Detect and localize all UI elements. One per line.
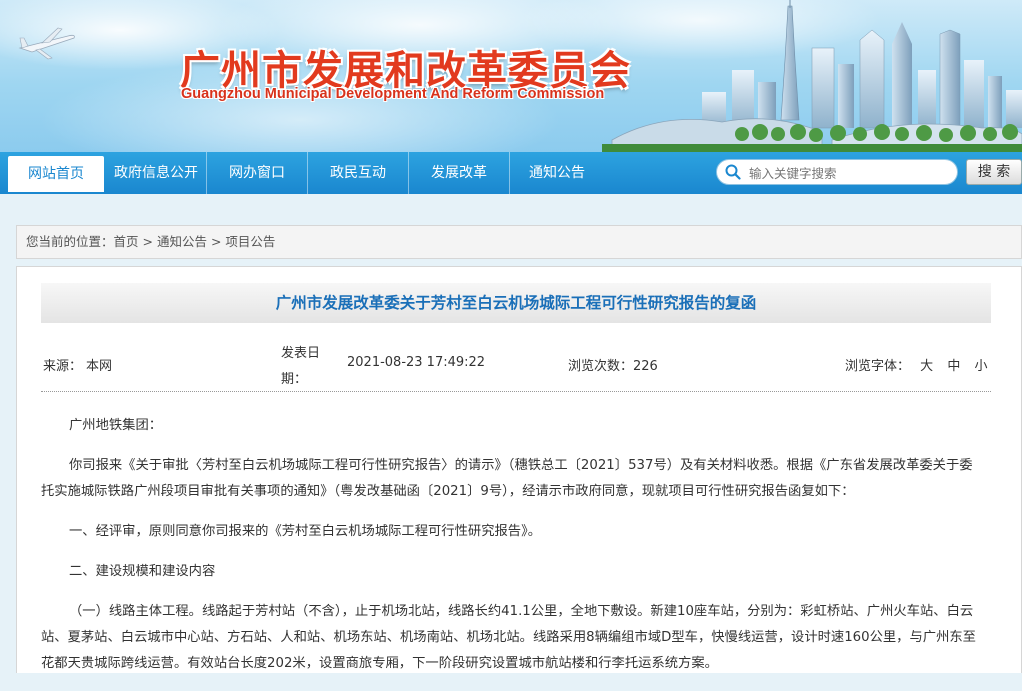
meta-divider (41, 391, 991, 392)
site-subtitle: Guangzhou Municipal Development And Refo… (181, 86, 605, 102)
breadcrumb-link-project-notices[interactable]: 项目公告 (225, 234, 275, 249)
breadcrumb-link-home[interactable]: 首页 (114, 234, 139, 249)
search-button[interactable]: 搜 索 (966, 159, 1022, 185)
airplane-icon (18, 27, 75, 60)
body-paragraph: 二、建设规模和建设内容 (69, 564, 216, 579)
breadcrumb-separator: > (206, 234, 226, 249)
meta-date-value: 2021-08-23 17:49:22 (347, 355, 486, 370)
meta-font-label: 浏览字体： (845, 359, 911, 374)
article-panel: 广州市发展改革委关于芳村至白云机场城际工程可行性研究报告的复函 来源： 本网 发表… (16, 266, 1022, 673)
meta-date-label-line1: 发表日 (281, 346, 321, 361)
meta-font-size: 浏览字体： 大 中 小 (845, 355, 987, 374)
nav-item-online-services[interactable]: 网办窗口 (207, 152, 308, 194)
meta-views-label: 浏览次数： (568, 359, 634, 374)
meta-views-value: 226 (633, 359, 658, 374)
search-icon (725, 164, 741, 180)
nav-item-gov-info[interactable]: 政府信息公开 (106, 152, 207, 194)
meta-source-label: 来源： (43, 359, 83, 374)
meta-source-value: 本网 (86, 359, 113, 374)
body-paragraph: 你司报来《关于审批〈芳村至白云机场城际工程可行性研究报告〉的请示》（穗铁总工〔2… (41, 458, 973, 499)
breadcrumb: 您当前的位置：首页 > 通知公告 > 项目公告 (16, 225, 1022, 259)
breadcrumb-separator: > (138, 234, 157, 249)
article-body: 广州地铁集团： 你司报来《关于审批〈芳村至白云机场城际工程可行性研究报告〉的请示… (41, 413, 981, 691)
body-paragraph: 一、经评审，原则同意你司报来的《芳村至白云机场城际工程可行性研究报告》。 (69, 524, 542, 539)
article-title: 广州市发展改革委关于芳村至白云机场城际工程可行性研究报告的复函 (41, 283, 991, 323)
nav-item-interaction[interactable]: 政民互动 (308, 152, 409, 194)
meta-date-label-line2: 期： (281, 372, 308, 387)
font-size-large-link[interactable]: 大 (920, 359, 933, 374)
meta-source: 来源： 本网 (43, 355, 112, 374)
site-banner: 广州市发展和改革委员会 Guangzhou Municipal Developm… (0, 0, 1022, 152)
search-box (716, 159, 958, 185)
font-size-small-link[interactable]: 小 (974, 359, 987, 374)
meta-date-label: 发表日 期： (281, 341, 320, 393)
body-paragraph: 广州地铁集团： (69, 418, 163, 433)
city-skyline-illustration (602, 0, 1022, 152)
body-paragraph: （一）线路主体工程。线路起于芳村站（不含），止于机场北站，线路长约41.1公里，… (41, 604, 976, 671)
meta-views: 浏览次数：226 (568, 355, 658, 374)
search-input[interactable] (747, 163, 951, 183)
breadcrumb-prefix: 您当前的位置： (26, 234, 114, 249)
nav-item-development-reform[interactable]: 发展改革 (409, 152, 510, 194)
breadcrumb-link-announcements[interactable]: 通知公告 (157, 234, 207, 249)
nav-item-home[interactable]: 网站首页 (8, 156, 104, 192)
nav-item-announcements[interactable]: 通知公告 (510, 152, 604, 194)
font-size-medium-link[interactable]: 中 (947, 359, 960, 374)
